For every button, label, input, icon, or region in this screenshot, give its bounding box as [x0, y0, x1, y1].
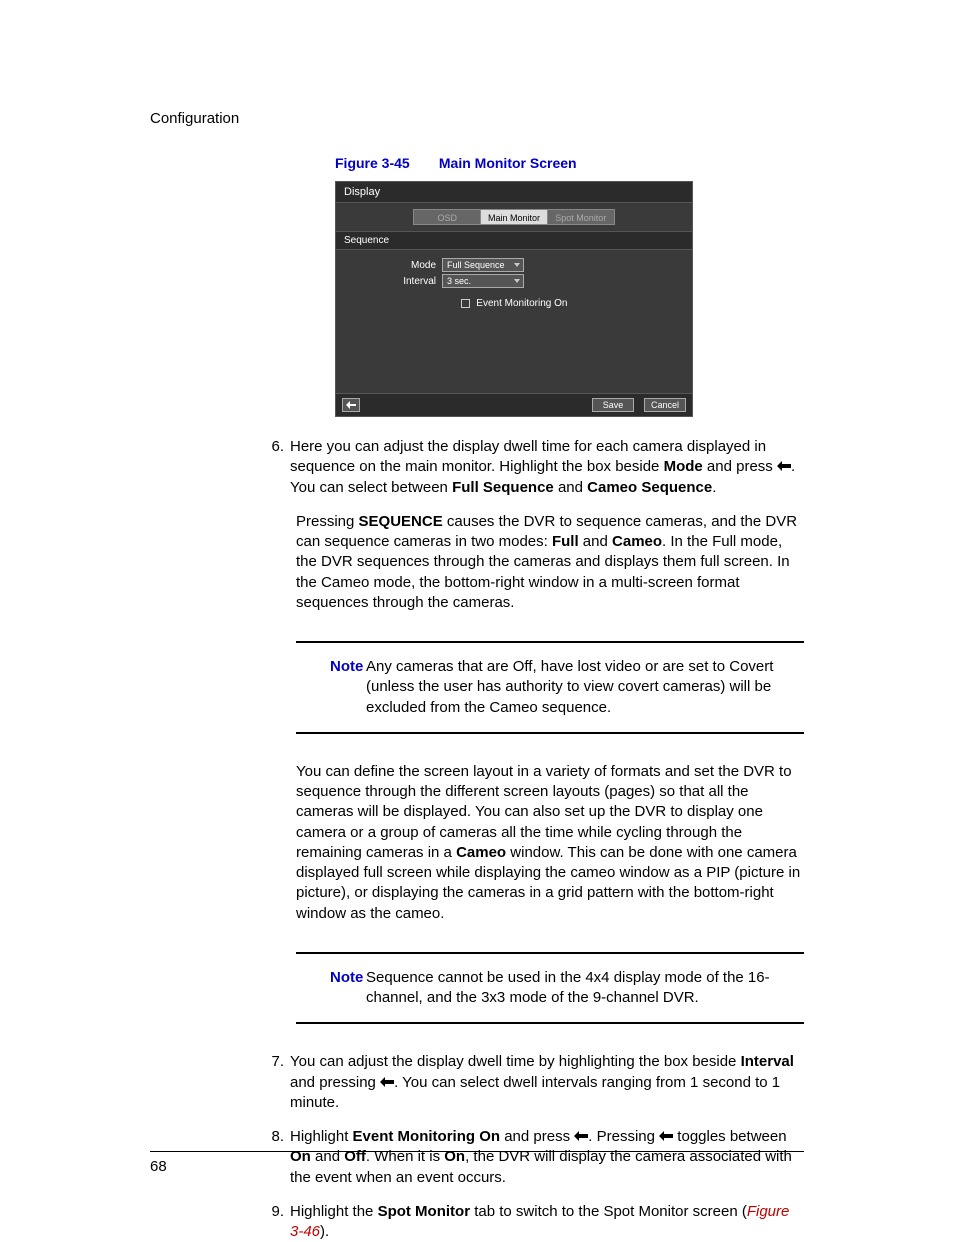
note-label: Note: [296, 968, 366, 1009]
cancel-button[interactable]: Cancel: [644, 398, 686, 412]
t: Event Monitoring On: [353, 1128, 501, 1145]
step-9: 9. Highlight the Spot Monitor tab to swi…: [150, 1202, 804, 1242]
page-footer: 68: [150, 1151, 804, 1175]
t: Full: [552, 533, 579, 550]
t: Highlight: [290, 1128, 353, 1145]
para-layout: You can define the screen layout in a va…: [296, 762, 804, 924]
t: Interval: [741, 1053, 794, 1070]
figure-id: Figure 3-45: [335, 155, 435, 171]
save-button[interactable]: Save: [592, 398, 634, 412]
row-mode: Mode Full Sequence: [346, 258, 682, 272]
note-1: Note Any cameras that are Off, have lost…: [296, 641, 804, 734]
step-7: 7. You can adjust the display dwell time…: [150, 1052, 804, 1113]
label-interval: Interval: [346, 276, 442, 287]
dropdown-interval-value: 3 sec.: [447, 276, 471, 286]
ui-footer: Save Cancel: [336, 393, 692, 416]
dropdown-mode-value: Full Sequence: [447, 260, 505, 270]
figure-title: Main Monitor Screen: [439, 155, 577, 171]
step-9-text: Highlight the Spot Monitor tab to switch…: [290, 1202, 804, 1242]
t: toggles between: [673, 1128, 786, 1145]
step-6: 6. Here you can adjust the display dwell…: [150, 437, 804, 498]
t: ).: [320, 1223, 329, 1240]
tab-main-monitor[interactable]: Main Monitor: [480, 209, 548, 225]
step-list: 6. Here you can adjust the display dwell…: [150, 437, 804, 1242]
checkbox-label: Event Monitoring On: [476, 298, 567, 309]
t: and pressing: [290, 1074, 380, 1091]
panel-title: Display: [336, 182, 692, 203]
tabs-row: OSD Main Monitor Spot Monitor: [336, 203, 692, 231]
enter-icon: [574, 1131, 588, 1142]
t: Cameo: [456, 844, 506, 861]
enter-icon: [777, 461, 791, 472]
figure-caption: Figure 3-45 Main Monitor Screen: [335, 155, 804, 171]
checkbox-event-monitoring[interactable]: [461, 299, 470, 308]
enter-icon: [380, 1077, 394, 1088]
dropdown-interval[interactable]: 3 sec.: [442, 274, 524, 288]
t: Pressing: [296, 513, 359, 530]
label-mode: Mode: [346, 260, 442, 271]
section-header: Configuration: [150, 110, 804, 127]
t: . Pressing: [588, 1128, 659, 1145]
back-button[interactable]: [342, 398, 360, 412]
t: SEQUENCE: [359, 513, 443, 530]
t: tab to switch to the Spot Monitor screen…: [470, 1203, 747, 1220]
row-interval: Interval 3 sec.: [346, 274, 682, 288]
tab-osd[interactable]: OSD: [413, 209, 481, 225]
t: Highlight the: [290, 1203, 378, 1220]
note-2-text: Sequence cannot be used in the 4x4 displ…: [366, 968, 804, 1009]
t: .: [712, 479, 716, 496]
t: and: [579, 533, 612, 550]
button-group: Save Cancel: [592, 398, 686, 412]
ui-screenshot: Display OSD Main Monitor Spot Monitor Se…: [335, 181, 693, 417]
t: Full Sequence: [452, 479, 554, 496]
dropdown-mode[interactable]: Full Sequence: [442, 258, 524, 272]
t: and press: [703, 458, 777, 475]
subheading-sequence: Sequence: [336, 231, 692, 250]
blank-area: [346, 311, 682, 389]
back-arrow-icon: [346, 401, 356, 409]
step-9-number: 9.: [260, 1202, 290, 1242]
note-label: Note: [296, 657, 366, 718]
enter-icon: [659, 1131, 673, 1142]
note-2: Note Sequence cannot be used in the 4x4 …: [296, 952, 804, 1025]
row-event-monitoring: Event Monitoring On: [346, 290, 682, 311]
t: Spot Monitor: [378, 1203, 470, 1220]
step-7-text: You can adjust the display dwell time by…: [290, 1052, 804, 1113]
form-area: Mode Full Sequence Interval 3 sec. Event…: [336, 250, 692, 393]
t: and press: [500, 1128, 574, 1145]
para-sequence: Pressing SEQUENCE causes the DVR to sequ…: [296, 512, 804, 613]
tab-spot-monitor[interactable]: Spot Monitor: [547, 209, 615, 225]
step-6-number: 6.: [260, 437, 290, 498]
t: and: [554, 479, 587, 496]
t: You can adjust the display dwell time by…: [290, 1053, 741, 1070]
t: Cameo Sequence: [587, 479, 712, 496]
page-number: 68: [150, 1158, 167, 1175]
t: Mode: [664, 458, 703, 475]
t: Cameo: [612, 533, 662, 550]
step-7-number: 7.: [260, 1052, 290, 1113]
step-6-text: Here you can adjust the display dwell ti…: [290, 437, 804, 498]
note-1-text: Any cameras that are Off, have lost vide…: [366, 657, 804, 718]
